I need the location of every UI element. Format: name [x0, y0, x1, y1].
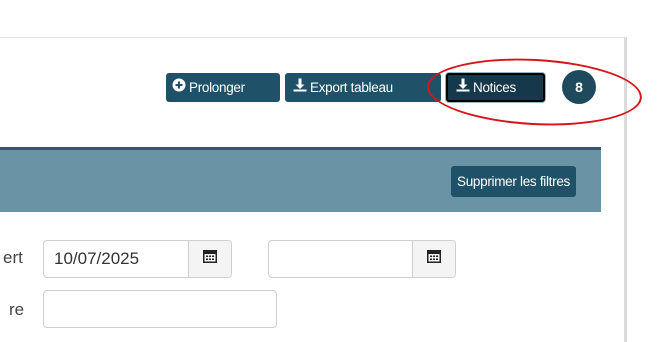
date-from-value: 10/07/2025 [54, 249, 140, 268]
text-field-label: re [9, 300, 25, 319]
notices-label: Notices [473, 80, 516, 95]
calendar-icon [426, 241, 442, 277]
prolonger-label: Prolonger [189, 80, 245, 95]
page: Prolonger Export tableau Notices 8 Suppr… [0, 0, 661, 342]
export-table-button[interactable]: Export tableau [285, 73, 441, 102]
count-badge: 8 [562, 70, 596, 104]
calendar-button[interactable] [412, 241, 455, 277]
plus-circle-icon [172, 73, 186, 102]
clear-filters-button[interactable]: Supprimer les filtres [451, 166, 576, 197]
notices-button[interactable]: Notices [446, 73, 545, 102]
download-icon [293, 73, 307, 102]
prolonger-button[interactable]: Prolonger [166, 73, 280, 102]
date-field-label: ert [3, 248, 23, 267]
text-filter-input[interactable] [43, 290, 277, 328]
calendar-button[interactable] [188, 241, 231, 277]
date-from-input[interactable]: 10/07/2025 [43, 240, 232, 278]
download-icon [456, 73, 470, 102]
filter-header: Supprimer les filtres [0, 147, 601, 212]
calendar-icon [202, 241, 218, 277]
date-to-input[interactable] [268, 240, 456, 278]
export-table-label: Export tableau [310, 80, 393, 95]
